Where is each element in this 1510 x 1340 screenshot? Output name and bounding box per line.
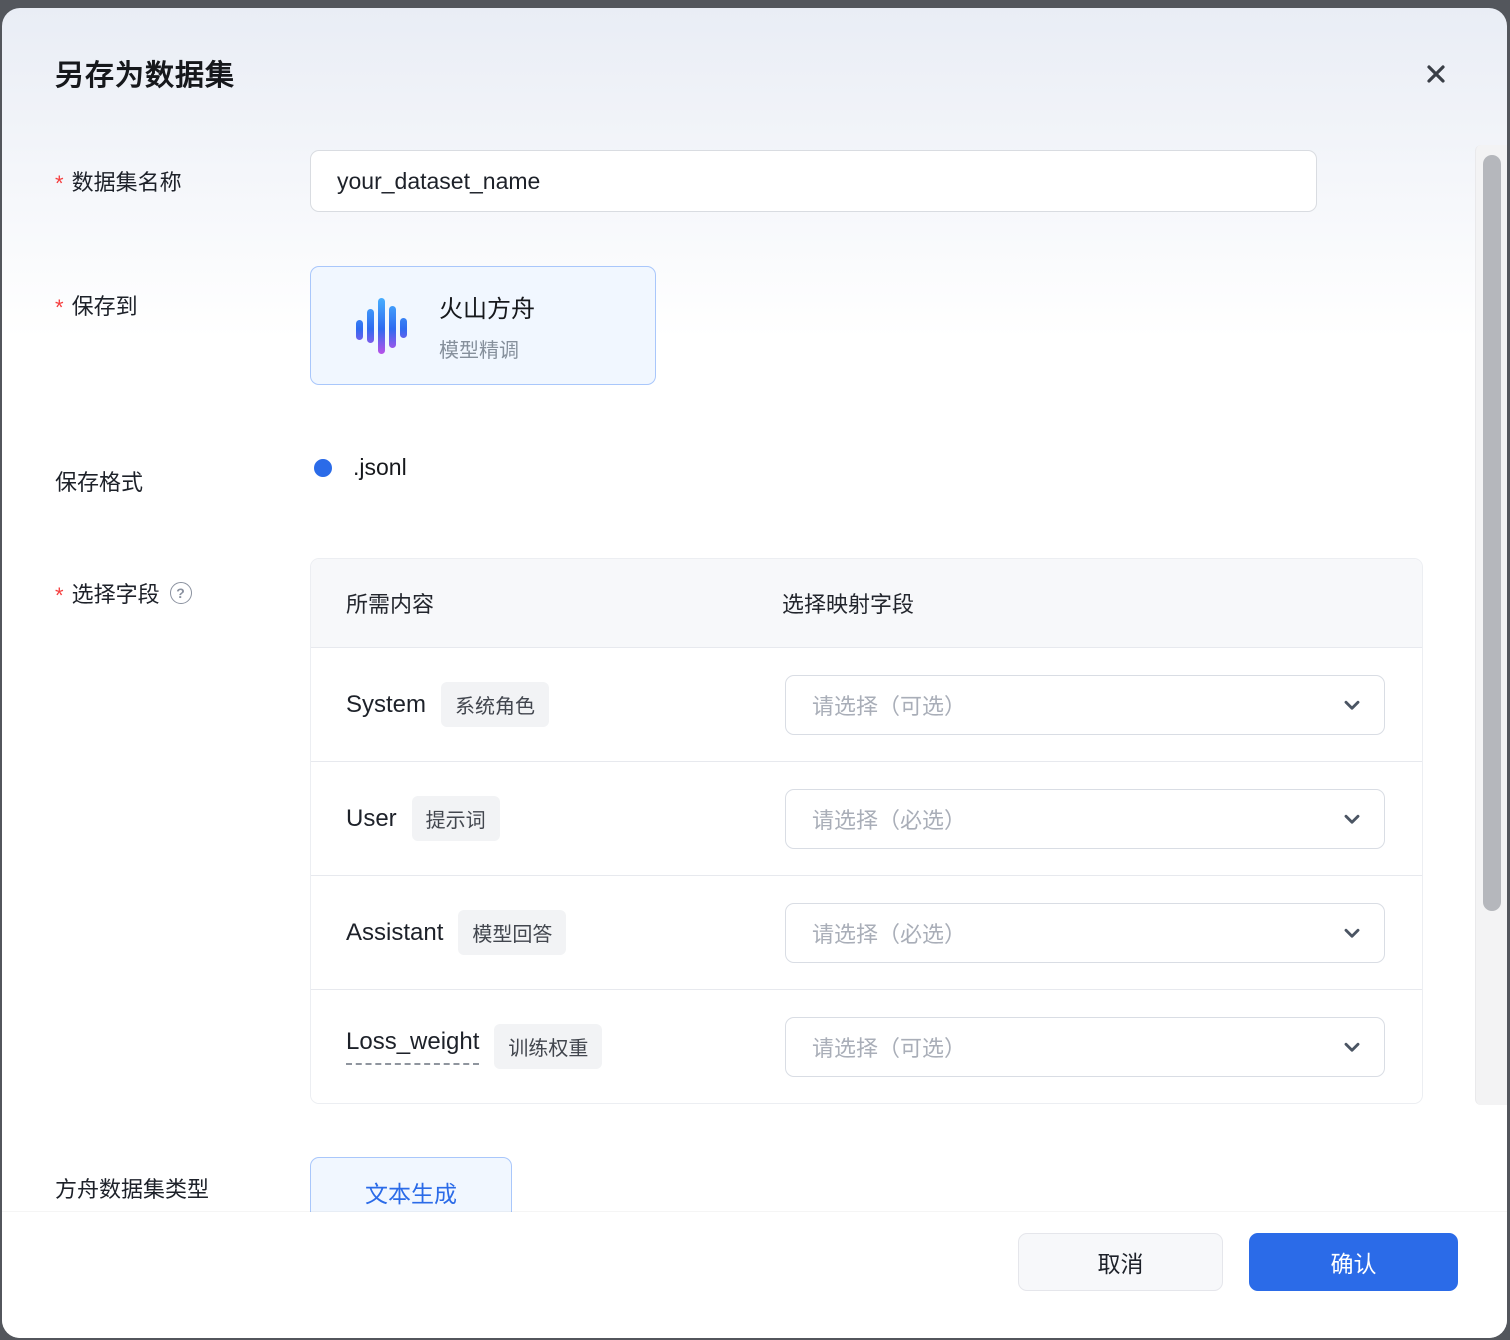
field-name: Loss_weight	[346, 1028, 480, 1065]
field-badge: 模型回答	[458, 910, 567, 955]
field-badge: 提示词	[411, 796, 500, 841]
table-row-assistant: Assistant 模型回答 请选择（必选）	[311, 875, 1422, 989]
required-asterisk: *	[55, 171, 64, 196]
destination-text: 火山方舟 模型精调	[439, 289, 535, 363]
field-badge: 系统角色	[441, 682, 550, 727]
scrollbar-thumb[interactable]	[1483, 155, 1501, 911]
save-as-dataset-dialog: 另存为数据集 * 数据集名称 * 保存到	[2, 8, 1507, 1338]
select-placeholder: 请选择（可选）	[812, 693, 967, 719]
chevron-down-icon	[1344, 814, 1360, 824]
select-fields-label: * 选择字段 ?	[55, 578, 192, 608]
required-asterisk: *	[55, 295, 64, 320]
scrollbar-track[interactable]	[1475, 145, 1507, 1105]
save-destination-card[interactable]: 火山方舟 模型精调	[310, 266, 656, 385]
dataset-name-input[interactable]	[310, 150, 1317, 212]
table-row-loss-weight: Loss_weight 训练权重 请选择（可选）	[311, 989, 1422, 1103]
dataset-name-label: * 数据集名称	[55, 170, 182, 196]
dialog-title: 另存为数据集	[55, 60, 236, 92]
mapping-select-loss-weight[interactable]: 请选择（可选）	[785, 1016, 1385, 1077]
format-option-jsonl[interactable]: .jsonl	[314, 454, 407, 481]
destination-name: 火山方舟	[439, 295, 535, 323]
mapping-select-system[interactable]: 请选择（可选）	[785, 674, 1385, 735]
chevron-down-icon	[1344, 1042, 1360, 1052]
format-option-label: .jsonl	[353, 454, 407, 480]
waveform-icon	[356, 297, 407, 354]
mapping-select-assistant[interactable]: 请选择（必选）	[785, 902, 1385, 963]
save-format-label: 保存格式	[55, 470, 144, 495]
select-placeholder: 请选择（可选）	[812, 1035, 967, 1061]
select-placeholder: 请选择（必选）	[812, 807, 967, 833]
column-header-required-content: 所需内容	[346, 592, 435, 617]
close-button[interactable]	[1420, 58, 1452, 90]
field-cell-assistant: Assistant 模型回答	[311, 910, 785, 955]
field-mapping-table: 所需内容 选择映射字段 System 系统角色 请选择（可选） User 提示词…	[310, 558, 1423, 1104]
table-header: 所需内容 选择映射字段	[311, 559, 1422, 647]
help-icon[interactable]: ?	[169, 582, 192, 604]
field-cell-user: User 提示词	[311, 796, 785, 841]
destination-description: 模型精调	[439, 339, 519, 362]
cancel-button[interactable]: 取消	[1018, 1233, 1223, 1291]
mapping-select-user[interactable]: 请选择（必选）	[785, 788, 1385, 849]
field-name: User	[346, 804, 397, 832]
confirm-button[interactable]: 确认	[1249, 1233, 1458, 1291]
select-placeholder: 请选择（必选）	[812, 921, 967, 947]
table-row-system: System 系统角色 请选择（可选）	[311, 647, 1422, 761]
dialog-footer: 取消 确认	[2, 1212, 1507, 1338]
table-row-user: User 提示词 请选择（必选）	[311, 761, 1422, 875]
ark-dataset-type-label: 方舟数据集类型	[55, 1177, 210, 1202]
close-icon	[1427, 65, 1445, 83]
column-header-mapping-field: 选择映射字段	[782, 592, 915, 617]
field-cell-system: System 系统角色	[311, 682, 785, 727]
required-asterisk: *	[55, 583, 64, 608]
save-to-label: * 保存到	[55, 294, 138, 320]
field-name: Assistant	[346, 918, 444, 946]
radio-selected-icon[interactable]	[314, 458, 332, 477]
field-badge: 训练权重	[494, 1024, 603, 1069]
chevron-down-icon	[1344, 700, 1360, 710]
field-name: System	[346, 690, 427, 718]
chevron-down-icon	[1344, 928, 1360, 938]
field-cell-loss-weight: Loss_weight 训练权重	[311, 1024, 785, 1069]
